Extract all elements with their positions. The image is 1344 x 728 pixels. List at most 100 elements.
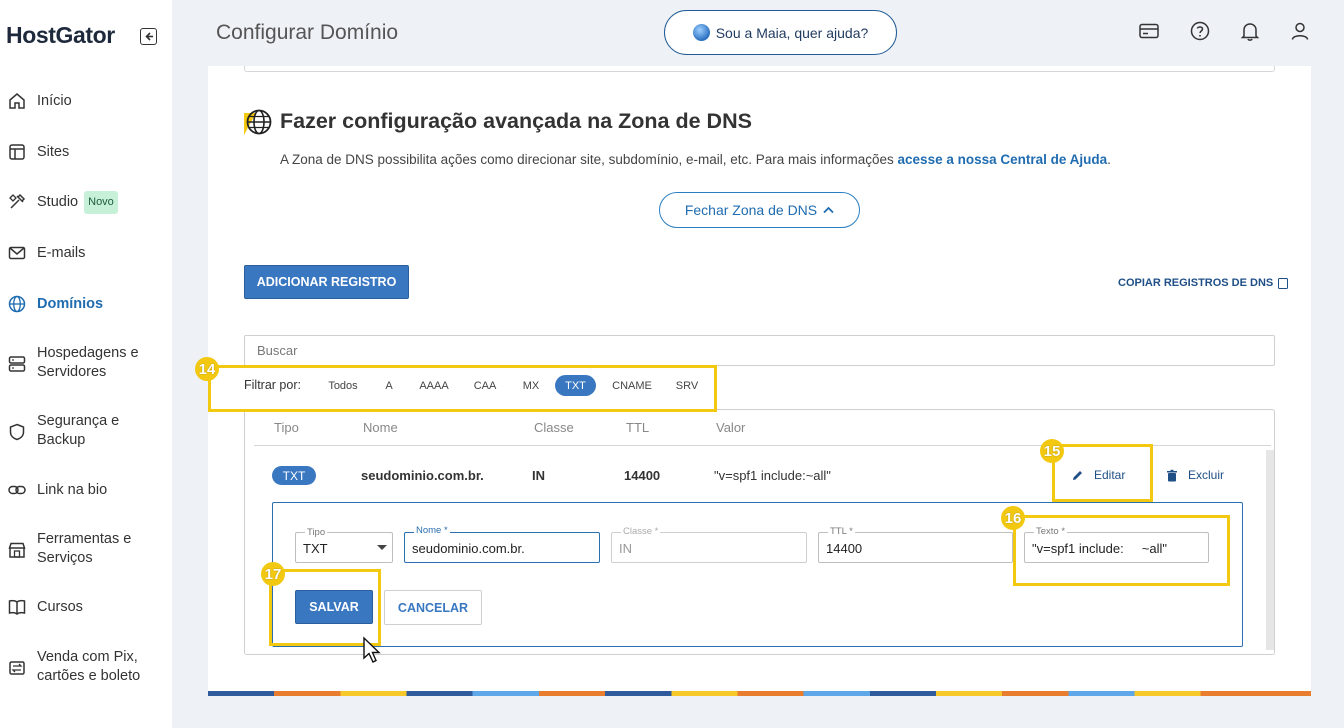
user-icon[interactable]	[1289, 20, 1311, 42]
texto-label: Texto *	[1034, 526, 1068, 537]
filter-chip-txt[interactable]: TXT	[555, 375, 596, 396]
chevron-down-icon	[377, 545, 387, 550]
sidebar-item-label: Domínios	[37, 295, 104, 312]
sidebar-item-linknabio[interactable]: Link na bio	[0, 480, 172, 500]
sidebar-item-label: Hospedagens e Servidores	[37, 345, 139, 380]
sidebar-item-label: Venda com Pix, cartões e boleto	[37, 649, 141, 684]
book-icon	[8, 599, 26, 615]
close-dns-zone-label: Fechar Zona de DNS	[684, 202, 818, 218]
help-icon[interactable]	[1189, 20, 1211, 42]
filter-chip-caa[interactable]: CAA	[467, 375, 503, 396]
record-ttl: 14400	[624, 468, 661, 483]
copy-dns-records-button[interactable]: COPIAR REGISTROS DE DNS	[1118, 277, 1289, 289]
edit-record-form	[272, 502, 1243, 647]
edit-label: Editar	[1094, 468, 1126, 482]
server-icon	[8, 356, 26, 372]
novo-badge: Novo	[84, 190, 118, 214]
filter-chip-aaaa[interactable]: AAAA	[412, 375, 456, 396]
delete-record-button[interactable]: Excluir	[1166, 468, 1224, 482]
filter-chip-a[interactable]: A	[378, 375, 400, 396]
sidebar-item-ferramentas[interactable]: Ferramentas e Serviços	[0, 530, 172, 568]
sidebar-item-label: Studio Novo	[37, 190, 118, 214]
copy-dns-records-label: COPIAR REGISTROS DE DNS	[1118, 277, 1274, 289]
column-header-classe: Classe	[534, 420, 574, 435]
chevron-up-icon	[823, 206, 834, 214]
previous-panel-edge	[244, 66, 1275, 72]
callout-number-14: 14	[195, 357, 219, 381]
tipo-value: TXT	[303, 541, 328, 556]
column-header-nome: Nome	[363, 420, 398, 435]
callout-number-16: 16	[1001, 506, 1025, 530]
sidebar-item-venda-pix[interactable]: Venda com Pix, cartões e boleto	[0, 648, 172, 686]
pencil-icon	[1073, 470, 1082, 480]
cancel-button[interactable]: CANCELAR	[384, 590, 482, 625]
tools-icon	[9, 193, 26, 209]
sidebar-item-label: Início	[37, 92, 72, 109]
record-type-badge: TXT	[272, 466, 316, 485]
close-dns-zone-button[interactable]: Fechar Zona de DNS	[659, 192, 860, 228]
delete-label: Excluir	[1188, 468, 1225, 482]
billing-card-icon[interactable]	[1138, 20, 1160, 42]
sidebar-item-dominios[interactable]: Domínios	[0, 294, 172, 314]
search-input[interactable]: Buscar	[244, 335, 1275, 366]
sidebar-item-cursos[interactable]: Cursos	[0, 597, 172, 617]
callout-number-15: 15	[1040, 439, 1064, 463]
card-color-strip	[208, 691, 1311, 696]
filter-label: Filtrar por:	[244, 378, 301, 392]
sidebar: HostGator Início Sites Studio Novo E-mail…	[0, 0, 172, 728]
record-name: seudominio.com.br.	[361, 468, 484, 483]
record-value: "v=spf1 include:~all"	[714, 468, 831, 483]
tipo-label: Tipo	[305, 527, 328, 538]
filter-chip-cname[interactable]: CNAME	[606, 375, 658, 396]
column-header-ttl: TTL	[626, 420, 650, 435]
nome-label: Nome *	[414, 525, 450, 536]
save-button[interactable]: SALVAR	[295, 590, 373, 624]
add-record-button[interactable]: ADICIONAR REGISTRO	[244, 265, 409, 299]
column-header-valor: Valor	[716, 420, 746, 435]
mail-icon	[8, 246, 26, 260]
maia-orb-icon	[692, 24, 710, 41]
sidebar-item-studio[interactable]: Studio Novo	[0, 190, 172, 214]
table-scrollbar[interactable]	[1266, 450, 1274, 650]
nome-field[interactable]: seudominio.com.br.	[404, 532, 600, 563]
store-icon	[8, 542, 26, 558]
hostgator-logo[interactable]: HostGator	[6, 22, 115, 49]
sidebar-item-label: Cursos	[37, 598, 83, 615]
filter-chip-mx[interactable]: MX	[515, 375, 547, 396]
sidebar-item-label: Link na bio	[37, 481, 108, 498]
description-text: A Zona de DNS possibilita ações como dir…	[280, 152, 898, 167]
record-class: IN	[532, 468, 545, 483]
callout-number-17: 17	[261, 562, 285, 586]
classe-label: Classe *	[621, 526, 661, 537]
collapse-sidebar-icon[interactable]	[140, 28, 157, 45]
sidebar-item-emails[interactable]: E-mails	[0, 243, 172, 263]
filter-chip-srv[interactable]: SRV	[670, 375, 704, 396]
link-icon	[8, 485, 26, 495]
edit-record-button[interactable]: Editar	[1071, 468, 1125, 482]
studio-label: Studio	[37, 193, 79, 210]
sidebar-item-hospedagens[interactable]: Hospedagens e Servidores	[0, 344, 172, 382]
home-icon	[9, 93, 25, 109]
sidebar-item-sites[interactable]: Sites	[0, 142, 172, 162]
ttl-label: TTL *	[828, 526, 855, 537]
copy-icon	[1278, 277, 1289, 289]
sidebar-item-inicio[interactable]: Início	[0, 91, 172, 111]
section-title: Fazer configuração avançada na Zona de D…	[280, 109, 752, 133]
maia-assistant-label: Sou a Maia, quer ajuda?	[715, 24, 869, 41]
trash-icon	[1167, 469, 1177, 481]
section-description: A Zona de DNS possibilita ações como dir…	[280, 152, 1111, 167]
help-center-link[interactable]: acesse a nossa Central de Ajuda	[898, 152, 1108, 167]
exchange-icon	[9, 661, 25, 675]
sidebar-item-label: Ferramentas e Serviços	[37, 531, 132, 566]
mouse-cursor-icon	[363, 636, 381, 663]
header-divider	[254, 445, 1271, 446]
description-end: .	[1107, 152, 1111, 167]
filter-chip-todos[interactable]: Todos	[320, 375, 366, 396]
column-header-tipo: Tipo	[274, 420, 299, 435]
bell-icon[interactable]	[1239, 20, 1261, 42]
globe-icon	[8, 295, 26, 313]
maia-assistant-button[interactable]: Sou a Maia, quer ajuda?	[664, 10, 897, 55]
sidebar-item-label: E-mails	[37, 244, 86, 261]
sidebar-item-seguranca[interactable]: Segurança e Backup	[0, 412, 172, 450]
sidebar-item-label: Sites	[37, 143, 70, 160]
